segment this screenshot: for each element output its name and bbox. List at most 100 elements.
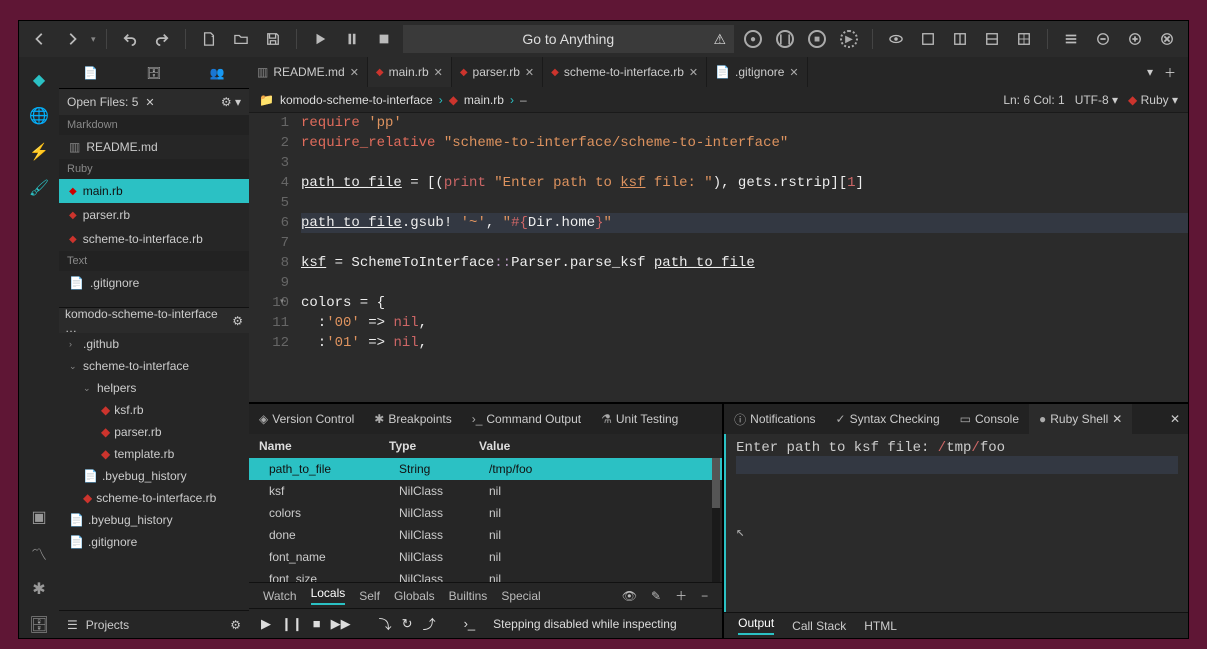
panel-close-icon[interactable]: ✕ bbox=[1162, 412, 1188, 426]
database-view-icon[interactable]: 🗄 bbox=[141, 60, 167, 86]
encoding-selector[interactable]: UTF-8 ▾ bbox=[1075, 93, 1118, 107]
code-content[interactable]: require 'pp' require_relative "scheme-to… bbox=[297, 113, 1188, 402]
close-icon[interactable]: ✕ bbox=[434, 66, 443, 79]
foot-tab-locals[interactable]: Locals bbox=[311, 586, 346, 605]
tree-helpers[interactable]: ⌄helpers bbox=[59, 377, 249, 399]
tab-version-control[interactable]: ◈Version Control bbox=[249, 404, 364, 434]
forward-dropdown-icon[interactable]: ▾ bbox=[91, 34, 96, 45]
layout-split-h-button[interactable] bbox=[947, 26, 973, 52]
back-button[interactable] bbox=[27, 26, 53, 52]
close-open-files-icon[interactable]: ✕ bbox=[142, 97, 154, 109]
file-parser-rb[interactable]: ◆parser.rb bbox=[59, 203, 249, 227]
new-tab-icon[interactable]: ＋ bbox=[1160, 64, 1180, 81]
record-macro-button[interactable]: ● bbox=[740, 26, 766, 52]
code-editor[interactable]: 12345 ◆6 789 ▾10 1112 require 'pp' requi… bbox=[249, 113, 1188, 402]
close-icon[interactable]: ✕ bbox=[1112, 412, 1122, 426]
tab-notifications[interactable]: ⓘNotifications bbox=[724, 404, 825, 434]
star-icon[interactable]: ✱ bbox=[26, 576, 52, 602]
save-button[interactable] bbox=[260, 26, 286, 52]
file-scheme-rb[interactable]: ◆scheme-to-interface.rb bbox=[59, 227, 249, 251]
dbg-stepout-button[interactable]: ⤴ bbox=[423, 614, 436, 633]
close-icon[interactable]: ✕ bbox=[350, 66, 359, 79]
projects-gear-icon[interactable]: ⚙ bbox=[230, 618, 241, 632]
local-row[interactable]: font_sizeNilClassnil bbox=[249, 568, 722, 582]
tree-sti[interactable]: ⌄scheme-to-interface bbox=[59, 355, 249, 377]
tab-gitignore[interactable]: 📄.gitignore✕ bbox=[707, 57, 808, 87]
tree-scheme[interactable]: ◆scheme-to-interface.rb bbox=[59, 487, 249, 509]
tab-parser[interactable]: ◆parser.rb✕ bbox=[452, 57, 543, 87]
dbg-pause-button[interactable]: ❙❙ bbox=[281, 616, 303, 632]
open-files-header[interactable]: Open Files: 5 ✕ ⚙ ▾ bbox=[59, 89, 249, 115]
shell-tab-callstack[interactable]: Call Stack bbox=[792, 619, 846, 633]
tab-main[interactable]: ◆main.rb✕ bbox=[368, 57, 452, 87]
files-view-icon[interactable]: 📄 bbox=[78, 60, 104, 86]
file-readme[interactable]: ▥README.md bbox=[59, 135, 249, 159]
project-gear-icon[interactable]: ⚙ bbox=[232, 314, 243, 328]
tab-console[interactable]: ▭Console bbox=[950, 404, 1029, 434]
local-row[interactable]: doneNilClassnil bbox=[249, 524, 722, 546]
users-view-icon[interactable]: 👥 bbox=[204, 60, 230, 86]
tree-github[interactable]: ›.github bbox=[59, 333, 249, 355]
minimize-window-button[interactable] bbox=[1090, 26, 1116, 52]
foot-tab-self[interactable]: Self bbox=[359, 589, 380, 603]
go-to-anything-search[interactable]: Go to Anything ⚠ bbox=[403, 25, 734, 53]
dbg-stepin-button[interactable]: ⤵ bbox=[379, 614, 392, 633]
close-window-button[interactable] bbox=[1154, 26, 1180, 52]
shell-output[interactable]: Enter path to ksf file: /tmp/foo ↖ bbox=[724, 434, 1188, 612]
file-gitignore[interactable]: 📄.gitignore bbox=[59, 271, 249, 295]
tab-list-icon[interactable]: ▾ bbox=[1140, 65, 1160, 79]
redo-button[interactable] bbox=[149, 26, 175, 52]
dbg-fastfwd-button[interactable]: ▶▶ bbox=[331, 616, 351, 632]
watch-remove-icon[interactable]: − bbox=[701, 589, 708, 603]
foot-tab-globals[interactable]: Globals bbox=[394, 589, 435, 603]
maximize-window-button[interactable] bbox=[1122, 26, 1148, 52]
gear-icon[interactable]: ⚙ ▾ bbox=[221, 95, 241, 109]
foot-tab-special[interactable]: Special bbox=[501, 589, 540, 603]
tab-scheme[interactable]: ◆scheme-to-interface.rb✕ bbox=[543, 57, 707, 87]
open-folder-button[interactable] bbox=[228, 26, 254, 52]
tab-command-output[interactable]: ›_Command Output bbox=[462, 404, 591, 434]
tab-ruby-shell[interactable]: ●Ruby Shell ✕ bbox=[1029, 404, 1132, 434]
close-icon[interactable]: ✕ bbox=[689, 66, 698, 79]
tree-ksf[interactable]: ◆ksf.rb bbox=[59, 399, 249, 421]
close-icon[interactable]: ✕ bbox=[525, 66, 534, 79]
new-file-button[interactable] bbox=[196, 26, 222, 52]
tree-byebug1[interactable]: 📄.byebug_history bbox=[59, 465, 249, 487]
projects-list-icon[interactable]: ☰ bbox=[67, 618, 78, 632]
tree-template[interactable]: ◆template.rb bbox=[59, 443, 249, 465]
bolt-icon[interactable]: ⚡ bbox=[26, 139, 52, 165]
shell-tab-output[interactable]: Output bbox=[738, 616, 774, 635]
watch-eye-icon[interactable]: 👁 bbox=[622, 589, 637, 603]
layout-single-button[interactable] bbox=[915, 26, 941, 52]
pause-macro-button[interactable]: ❙❙ bbox=[772, 26, 798, 52]
dbg-console-icon[interactable]: ›_ bbox=[464, 616, 476, 631]
tab-unit-testing[interactable]: ⚗Unit Testing bbox=[591, 404, 688, 434]
paint-icon[interactable]: 🖌 bbox=[26, 175, 52, 201]
pause-button[interactable] bbox=[339, 26, 365, 52]
tab-syntax-checking[interactable]: ✓Syntax Checking bbox=[826, 404, 950, 434]
scrollbar[interactable] bbox=[712, 458, 720, 582]
local-row[interactable]: colorsNilClassnil bbox=[249, 502, 722, 524]
local-row[interactable]: ksfNilClassnil bbox=[249, 480, 722, 502]
undo-button[interactable] bbox=[117, 26, 143, 52]
forward-button[interactable] bbox=[59, 26, 85, 52]
chart-icon[interactable]: 〽 bbox=[26, 540, 52, 566]
play-macro-button[interactable]: ▶ bbox=[836, 26, 862, 52]
preview-button[interactable] bbox=[883, 26, 909, 52]
menu-button[interactable] bbox=[1058, 26, 1084, 52]
dbg-stop-button[interactable]: ■ bbox=[313, 616, 321, 631]
database-icon[interactable]: 🗄 bbox=[26, 612, 52, 638]
language-selector[interactable]: ◆ Ruby ▾ bbox=[1128, 93, 1178, 107]
breadcrumb-folder[interactable]: komodo-scheme-to-interface bbox=[280, 93, 433, 107]
globe-icon[interactable]: 🌐 bbox=[26, 103, 52, 129]
project-header[interactable]: komodo-scheme-to-interface … ⚙ bbox=[59, 307, 249, 333]
foot-tab-watch[interactable]: Watch bbox=[263, 589, 297, 603]
tab-readme[interactable]: ▥README.md✕ bbox=[249, 57, 368, 87]
fold-icon[interactable]: ▾ bbox=[279, 293, 285, 313]
tree-parser[interactable]: ◆parser.rb bbox=[59, 421, 249, 443]
shell-tab-html[interactable]: HTML bbox=[864, 619, 897, 633]
file-main-rb[interactable]: ◆main.rb bbox=[59, 179, 249, 203]
play-button[interactable] bbox=[307, 26, 333, 52]
stop-macro-button[interactable]: ■ bbox=[804, 26, 830, 52]
cursor-position[interactable]: Ln: 6 Col: 1 bbox=[1003, 93, 1064, 107]
